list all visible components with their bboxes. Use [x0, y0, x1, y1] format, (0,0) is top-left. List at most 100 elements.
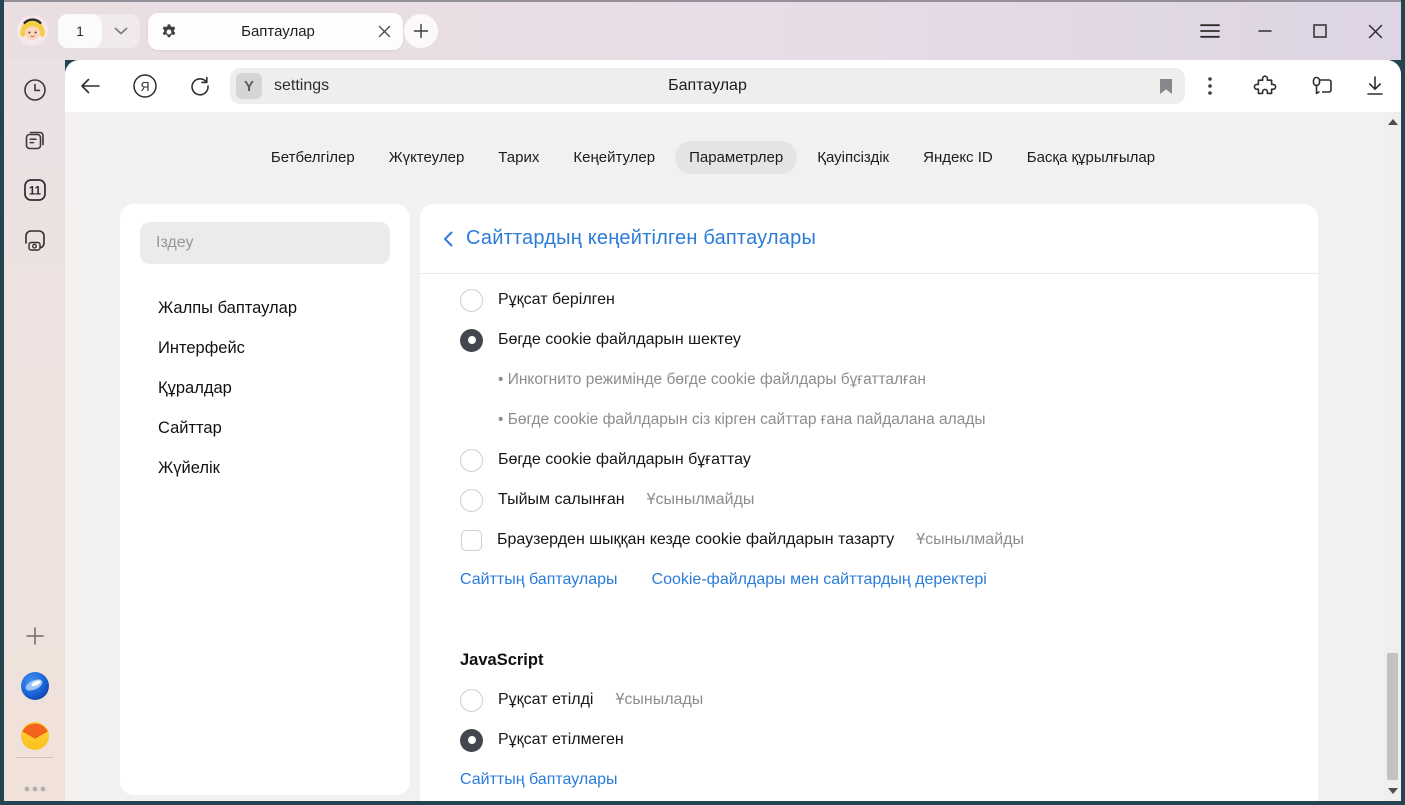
tab-downloads[interactable]: Жүктеулер [375, 141, 479, 174]
browser-menu-button[interactable] [1193, 14, 1227, 48]
sidebar-item-tools[interactable]: Құралдар [140, 368, 390, 408]
active-tab-title: Баптаулар [178, 23, 378, 40]
scrollbar[interactable] [1384, 112, 1401, 801]
option-label: Тыйым салынған [498, 491, 625, 509]
js-links-row: Сайттың баптаулары [420, 760, 1318, 800]
active-tab[interactable]: Баптаулар [148, 13, 403, 50]
add-panel-button[interactable] [18, 619, 52, 653]
option-label: Рұқсат берілген [498, 291, 615, 309]
scrollbar-thumb[interactable] [1387, 653, 1398, 780]
option-label: Бөгде cookie файлдарын бұғаттау [498, 451, 751, 469]
radio-selected-icon[interactable] [460, 729, 483, 752]
yandex-home-button[interactable]: Я [128, 69, 162, 103]
radio-icon[interactable] [460, 449, 483, 472]
site-favicon: Y [236, 73, 262, 99]
radio-cookies-allowed[interactable]: Рұқсат берілген [420, 280, 1318, 320]
settings-menu-list: Жалпы баптаулар Интерфейс Құралдар Сайтт… [140, 288, 390, 488]
chevron-down-icon[interactable] [102, 27, 140, 35]
screenshot-icon[interactable] [18, 223, 52, 257]
tab-yandex-id[interactable]: Яндекс ID [909, 141, 1007, 174]
downloads-icon[interactable] [1358, 69, 1392, 103]
new-tab-button[interactable] [404, 14, 438, 48]
password-manager-icon[interactable] [1303, 69, 1337, 103]
radio-js-allowed[interactable]: Рұқсат етілді Ұсынылады [420, 680, 1318, 720]
tab-counter[interactable]: 1 [58, 14, 102, 48]
radio-icon[interactable] [460, 489, 483, 512]
tab-extensions[interactable]: Кеңейтулер [559, 141, 669, 174]
extensions-icon[interactable] [1248, 69, 1282, 103]
close-tab-icon[interactable] [378, 25, 391, 38]
detail-line: • Инкогнито режимінде бөгде cookie файлд… [420, 360, 1318, 400]
checkbox-clear-cookies-on-exit[interactable]: Браузерден шыққан кезде cookie файлдарын… [420, 520, 1318, 560]
option-note: Ұсынылады [615, 691, 703, 709]
page-title: Баптаулар [230, 77, 1185, 95]
cookie-options: Рұқсат берілген Бөгде cookie файлдарын ш… [420, 274, 1318, 600]
tab-history[interactable]: Тарих [484, 141, 553, 174]
close-window-button[interactable] [1358, 14, 1392, 48]
scroll-up-button[interactable] [1384, 114, 1401, 130]
history-icon[interactable] [18, 73, 52, 107]
site-settings-link[interactable]: Сайттың баптаулары [460, 571, 618, 589]
advanced-site-settings-panel: Сайттардың кеңейтілген баптаулары Рұқсат… [420, 204, 1318, 801]
back-button[interactable] [73, 69, 107, 103]
rail-divider [16, 757, 53, 758]
radio-selected-icon[interactable] [460, 329, 483, 352]
tab-bookmarks[interactable]: Бетбелгілер [257, 141, 369, 174]
sidebar-item-general[interactable]: Жалпы баптаулар [140, 288, 390, 328]
radio-js-disallowed[interactable]: Рұқсат етілмеген [420, 720, 1318, 760]
browser-toolbar: Я Y settings Баптаулар [65, 60, 1401, 112]
svg-text:Я: Я [140, 80, 149, 94]
radio-cookies-forbidden[interactable]: Тыйым салынған Ұсынылмайды [420, 480, 1318, 520]
radio-block-third-party-cookies[interactable]: Бөгде cookie файлдарын бұғаттау [420, 440, 1318, 480]
option-note: Ұсынылмайды [647, 491, 755, 509]
back-icon[interactable] [443, 231, 453, 247]
settings-page: Бетбелгілер Жүктеулер Тарих Кеңейтулер П… [65, 112, 1401, 801]
option-label: Рұқсат етілді [498, 691, 593, 709]
bookmark-icon[interactable] [1159, 78, 1173, 95]
detail-line: • Бөгде cookie файлдарын сіз кірген сайт… [420, 400, 1318, 440]
sidebar-rail: 11 [4, 60, 65, 801]
radio-icon[interactable] [460, 289, 483, 312]
gear-icon [160, 23, 178, 41]
site-settings-link[interactable]: Сайттың баптаулары [460, 771, 618, 789]
tab-count-badge: 11 [28, 186, 41, 198]
radio-icon[interactable] [460, 689, 483, 712]
option-label: Рұқсат етілмеген [498, 731, 624, 749]
cookies-and-site-data-link[interactable]: Cookie-файлдары мен сайттардың деректері [652, 571, 987, 589]
option-note: Ұсынылмайды [916, 531, 1024, 549]
browser-window: 1 Баптаулар [4, 0, 1401, 801]
profile-avatar[interactable] [17, 15, 48, 46]
more-menu-button[interactable] [1193, 69, 1227, 103]
url-text[interactable]: settings [274, 77, 329, 95]
sidebar-item-interface[interactable]: Интерфейс [140, 328, 390, 368]
page-heading-row[interactable]: Сайттардың кеңейтілген баптаулары [420, 204, 1318, 274]
javascript-section-heading: JavaScript [420, 640, 1318, 680]
sidebar-item-system[interactable]: Жүйелік [140, 448, 390, 488]
sidebar-item-sites[interactable]: Сайттар [140, 408, 390, 448]
more-dots-icon[interactable] [18, 772, 52, 801]
settings-menu-panel: Жалпы баптаулар Интерфейс Құралдар Сайтт… [120, 204, 410, 795]
titlebar: 1 Баптаулар [4, 2, 1401, 60]
radio-restrict-third-party-cookies[interactable]: Бөгде cookie файлдарын шектеу [420, 320, 1318, 360]
search-input[interactable] [140, 222, 390, 264]
page-heading: Сайттардың кеңейтілген баптаулары [466, 227, 816, 250]
option-label: Браузерден шыққан кезде cookie файлдарын… [497, 531, 894, 549]
tab-other-devices[interactable]: Басқа құрылғылар [1013, 141, 1169, 174]
refresh-button[interactable] [183, 69, 217, 103]
maximize-button[interactable] [1303, 14, 1337, 48]
browser-logo-icon[interactable] [18, 669, 52, 703]
option-label: Бөгде cookie файлдарын шектеу [498, 331, 741, 349]
checkbox-icon[interactable] [461, 530, 482, 551]
javascript-options: Рұқсат етілді Ұсынылады Рұқсат етілмеген… [420, 680, 1318, 800]
tab-group: 1 [58, 14, 140, 48]
minimize-button[interactable] [1248, 14, 1282, 48]
url-bar[interactable]: Y settings Баптаулар [230, 68, 1185, 104]
tabs-panel-icon[interactable]: 11 [18, 173, 52, 207]
mail-icon[interactable] [18, 719, 52, 753]
cookie-links-row: Сайттың баптаулары Cookie-файлдары мен с… [420, 560, 1318, 600]
notes-icon[interactable] [18, 123, 52, 157]
tab-security[interactable]: Қауіпсіздік [803, 141, 903, 174]
tab-settings[interactable]: Параметрлер [675, 141, 797, 174]
settings-nav: Бетбелгілер Жүктеулер Тарих Кеңейтулер П… [65, 140, 1401, 174]
scroll-down-button[interactable] [1384, 783, 1401, 799]
